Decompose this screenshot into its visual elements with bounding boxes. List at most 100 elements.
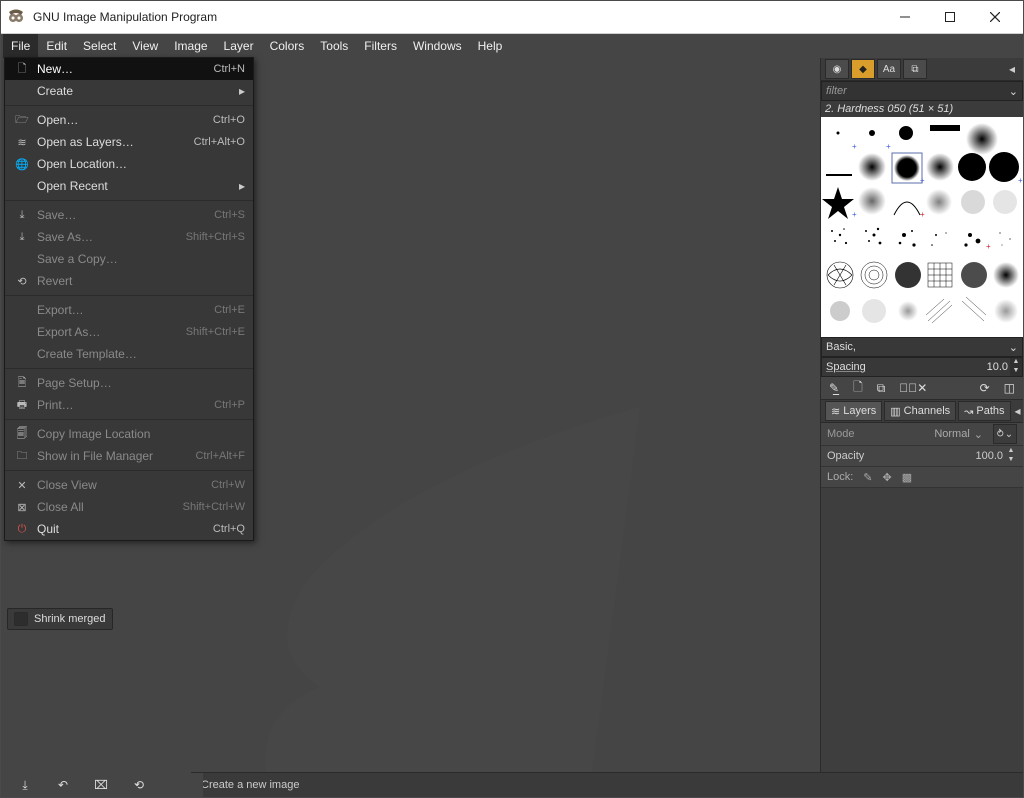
lock-position-icon[interactable]: ✥ xyxy=(883,471,892,484)
close-window-button[interactable] xyxy=(972,2,1017,32)
lock-pixels-icon[interactable]: ✎ xyxy=(863,471,872,484)
menu-tools[interactable]: Tools xyxy=(312,34,356,58)
menu-item-close-all: ⊠Close AllShift+Ctrl+W xyxy=(5,496,253,518)
layer-mode-row: Mode Normal⌄ ⥁⌄ xyxy=(821,423,1023,446)
new-brush-icon[interactable]: 🗋 xyxy=(853,378,863,399)
tab-paths[interactable]: ↝Paths xyxy=(958,401,1010,421)
minimize-button[interactable] xyxy=(882,2,927,32)
undo-icon[interactable]: ↶ xyxy=(55,777,71,793)
status-text: Create a new image xyxy=(201,779,299,791)
brush-spacing-label: Spacing xyxy=(822,361,870,373)
brush-spacing-input[interactable]: Spacing 10.0 ▲▼ xyxy=(821,357,1023,377)
layer-opacity-row[interactable]: Opacity 100.0 ▲▼ xyxy=(821,446,1023,467)
brushes-dock-tabs: ◉ ◆ Aa ⧉ ◂ xyxy=(821,58,1023,81)
layer-lock-label: Lock: xyxy=(827,471,853,483)
layer-mode-select[interactable]: Normal⌄ xyxy=(934,428,983,441)
menu-item-open-location[interactable]: 🌐Open Location… xyxy=(5,153,253,175)
menu-item-quit[interactable]: ⏻QuitCtrl+Q xyxy=(5,518,253,540)
brush-preset-select[interactable]: Basic, ⌄ xyxy=(821,337,1023,357)
maximize-button[interactable] xyxy=(927,2,972,32)
dock-menu-chevron-icon[interactable]: ◂ xyxy=(1015,404,1021,418)
menu-help[interactable]: Help xyxy=(470,34,511,58)
save-icon[interactable]: ⤓ xyxy=(17,777,33,793)
menu-image[interactable]: Image xyxy=(166,34,215,58)
layers-dock-tabs: ≋Layers ▥Channels ↝Paths ◂ xyxy=(821,399,1023,423)
menu-item-accel: Ctrl+O xyxy=(213,114,245,126)
menu-item-label: Open Recent xyxy=(37,179,233,193)
menu-item-new[interactable]: 🗋New…Ctrl+N xyxy=(5,58,253,80)
menu-item-accel: Ctrl+Q xyxy=(213,523,245,535)
dock-tab-fonts[interactable]: Aa xyxy=(877,59,901,79)
delete-brush-icon[interactable]: �⃞✕ xyxy=(899,381,927,395)
menu-select[interactable]: Select xyxy=(75,34,124,58)
menu-item-accel: Ctrl+Alt+O xyxy=(194,136,245,148)
menu-item-accel: Shift+Ctrl+E xyxy=(186,326,245,338)
dock-tab-patterns[interactable]: ◆ xyxy=(851,59,875,79)
spinner-icon[interactable]: ▲▼ xyxy=(1010,358,1022,376)
duplicate-brush-icon[interactable]: ⧉ xyxy=(877,381,886,396)
menu-item-open-recent[interactable]: Open Recent▸ xyxy=(5,175,253,197)
menu-item-label: New… xyxy=(37,62,204,76)
svg-text:+: + xyxy=(1018,176,1023,185)
edit-brush-icon[interactable]: ✎̲ xyxy=(829,381,839,395)
submenu-arrow-icon: ▸ xyxy=(233,84,245,98)
menu-item-accel: Ctrl+E xyxy=(214,304,245,316)
menu-colors[interactable]: Colors xyxy=(262,34,313,58)
menu-item-label: Quit xyxy=(37,522,203,536)
new-icon: 🗋 xyxy=(13,60,31,79)
open-as-image-icon[interactable]: ◫ xyxy=(1004,381,1015,395)
shrink-merged-checkbox[interactable] xyxy=(14,612,28,626)
right-dock: ◉ ◆ Aa ⧉ ◂ filter ⌄ 2. Hardness 050 (51 … xyxy=(820,58,1023,797)
delete-icon[interactable]: ⌧ xyxy=(93,777,109,793)
brush-grid[interactable]: +++++ ++ xyxy=(821,117,1023,337)
menu-filters[interactable]: Filters xyxy=(356,34,405,58)
menu-view[interactable]: View xyxy=(124,34,166,58)
brush-panel-toolbar: ✎̲ 🗋 ⧉ �⃞✕ ⟳ ◫ xyxy=(821,377,1023,399)
menu-item-label: Export… xyxy=(37,303,204,317)
dock-tab-history[interactable]: ⧉ xyxy=(903,59,927,79)
tab-channels[interactable]: ▥Channels xyxy=(884,401,956,421)
left-bottom-toolbar: ⤓ ↶ ⌧ ⟲ xyxy=(1,773,203,797)
menu-item-label: Page Setup… xyxy=(37,376,245,390)
shrink-merged-label: Shrink merged xyxy=(34,613,106,625)
menu-item-create[interactable]: Create▸ xyxy=(5,80,253,102)
layers-icon: ≋ xyxy=(13,136,31,149)
menu-item-save: ⤓Save…Ctrl+S xyxy=(5,204,253,226)
lock-alpha-icon[interactable]: ▩ xyxy=(902,471,912,484)
menu-file[interactable]: File xyxy=(3,34,38,58)
submenu-arrow-icon: ▸ xyxy=(233,179,245,193)
chevron-down-icon: ⌄ xyxy=(1009,341,1018,354)
menu-item-label: Print… xyxy=(37,398,204,412)
menu-item-open[interactable]: 🗁Open…Ctrl+O xyxy=(5,109,253,131)
menu-windows[interactable]: Windows xyxy=(405,34,470,58)
menu-item-close-view: ✕Close ViewCtrl+W xyxy=(5,474,253,496)
brush-filter-placeholder: filter xyxy=(826,85,847,97)
menu-item-copy-image-location: 🗐Copy Image Location xyxy=(5,423,253,445)
refresh-brushes-icon[interactable]: ⟳ xyxy=(980,381,990,395)
dock-tab-brushes[interactable]: ◉ xyxy=(825,59,849,79)
menu-item-accel: Shift+Ctrl+W xyxy=(183,501,245,513)
layer-mode-switch-button[interactable]: ⥁⌄ xyxy=(993,424,1017,444)
channels-icon: ▥ xyxy=(890,405,900,418)
save-icon: ⤓ xyxy=(13,209,31,222)
brush-selection-label: 2. Hardness 050 (51 × 51) xyxy=(821,101,1023,117)
layers-list xyxy=(821,488,1023,774)
reset-icon[interactable]: ⟲ xyxy=(131,777,147,793)
close-icon: ✕ xyxy=(13,479,31,492)
tab-layers[interactable]: ≋Layers xyxy=(825,401,882,421)
menu-item-open-as-layers[interactable]: ≋ Open as Layers… Ctrl+Alt+O xyxy=(5,131,253,153)
menu-layer[interactable]: Layer xyxy=(216,34,262,58)
menu-edit[interactable]: Edit xyxy=(38,34,75,58)
page-icon: 🗎 xyxy=(13,374,31,393)
menu-item-label: Open as Layers… xyxy=(37,135,184,149)
svg-text:+: + xyxy=(852,210,857,219)
paths-icon: ↝ xyxy=(964,405,973,418)
menu-item-show-in-file-manager: 🗀Show in File ManagerCtrl+Alt+F xyxy=(5,445,253,467)
brush-filter-input[interactable]: filter ⌄ xyxy=(821,81,1023,101)
spinner-icon[interactable]: ▲▼ xyxy=(1005,447,1017,465)
swap-icon: ⥁ xyxy=(997,429,1004,440)
menu-item-print: 🖶Print…Ctrl+P xyxy=(5,394,253,416)
title-bar: GNU Image Manipulation Program xyxy=(1,1,1023,34)
dock-menu-chevron-icon[interactable]: ◂ xyxy=(1005,62,1019,76)
menu-item-page-setup: 🗎 Page Setup… xyxy=(5,372,253,394)
